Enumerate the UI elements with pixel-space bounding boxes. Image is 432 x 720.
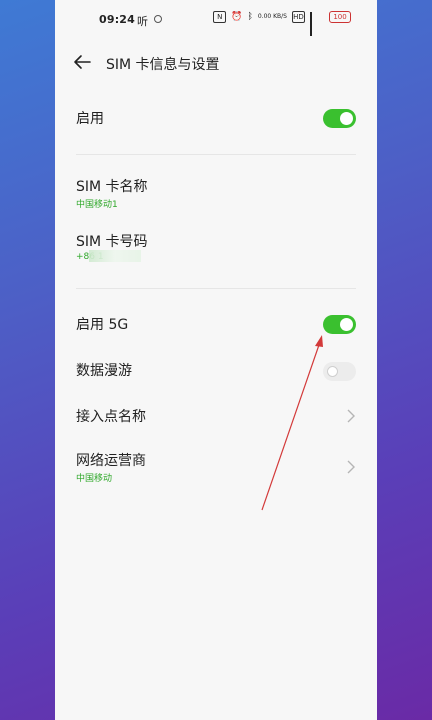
carrier-label: 网络运营商 xyxy=(76,453,146,469)
nfc-icon: N xyxy=(213,11,227,23)
enable-sim-label: 启用 xyxy=(76,111,104,127)
sim-name-row[interactable]: SIM 卡名称 中国移动1 xyxy=(55,172,377,216)
carrier-row[interactable]: 网络运营商 中国移动 xyxy=(55,444,377,492)
apn-label: 接入点名称 xyxy=(76,409,146,425)
back-arrow-icon[interactable] xyxy=(73,54,91,70)
redaction-blur xyxy=(89,250,141,262)
page-header: SIM 卡信息与设置 xyxy=(55,44,377,80)
page-title: SIM 卡信息与设置 xyxy=(106,57,220,73)
sim-name-label: SIM 卡名称 xyxy=(76,179,148,195)
status-carrier: 听 xyxy=(137,15,148,28)
sim-number-row[interactable]: SIM 卡号码 +86 1 xyxy=(55,227,377,271)
phone-screen: 09:24 听 N ⏰ ᛒ 0.00 KB/S HD 100 SIM 卡信息与设… xyxy=(55,0,377,720)
data-roaming-label: 数据漫游 xyxy=(76,363,132,379)
divider xyxy=(76,154,356,155)
alarm-icon: ⏰ xyxy=(231,12,243,22)
notification-dot-icon xyxy=(154,15,162,23)
network-speed: 0.00 KB/S xyxy=(257,13,287,20)
data-roaming-toggle[interactable] xyxy=(323,362,356,381)
sim-name-value: 中国移动1 xyxy=(76,200,118,210)
signal-icon xyxy=(310,12,324,36)
enable-sim-row[interactable]: 启用 xyxy=(55,100,377,136)
battery-icon: 100 xyxy=(329,11,351,23)
status-time: 09:24 xyxy=(99,13,136,26)
chevron-right-icon xyxy=(347,460,355,474)
hd-icon: HD xyxy=(292,11,305,23)
data-roaming-row[interactable]: 数据漫游 xyxy=(55,352,377,388)
sim-number-label: SIM 卡号码 xyxy=(76,234,148,250)
status-bar: 09:24 听 N ⏰ ᛒ 0.00 KB/S HD 100 xyxy=(55,0,377,38)
status-icons: N ⏰ ᛒ 0.00 KB/S HD 100 xyxy=(213,11,351,36)
apn-row[interactable]: 接入点名称 xyxy=(55,398,377,434)
enable-5g-toggle[interactable] xyxy=(323,315,356,334)
enable-5g-label: 启用 5G xyxy=(76,317,129,333)
enable-sim-toggle[interactable] xyxy=(323,109,356,128)
bluetooth-icon: ᛒ xyxy=(247,12,253,22)
enable-5g-row[interactable]: 启用 5G xyxy=(55,306,377,342)
carrier-value: 中国移动 xyxy=(76,474,113,484)
chevron-right-icon xyxy=(347,409,355,423)
divider xyxy=(76,288,356,289)
